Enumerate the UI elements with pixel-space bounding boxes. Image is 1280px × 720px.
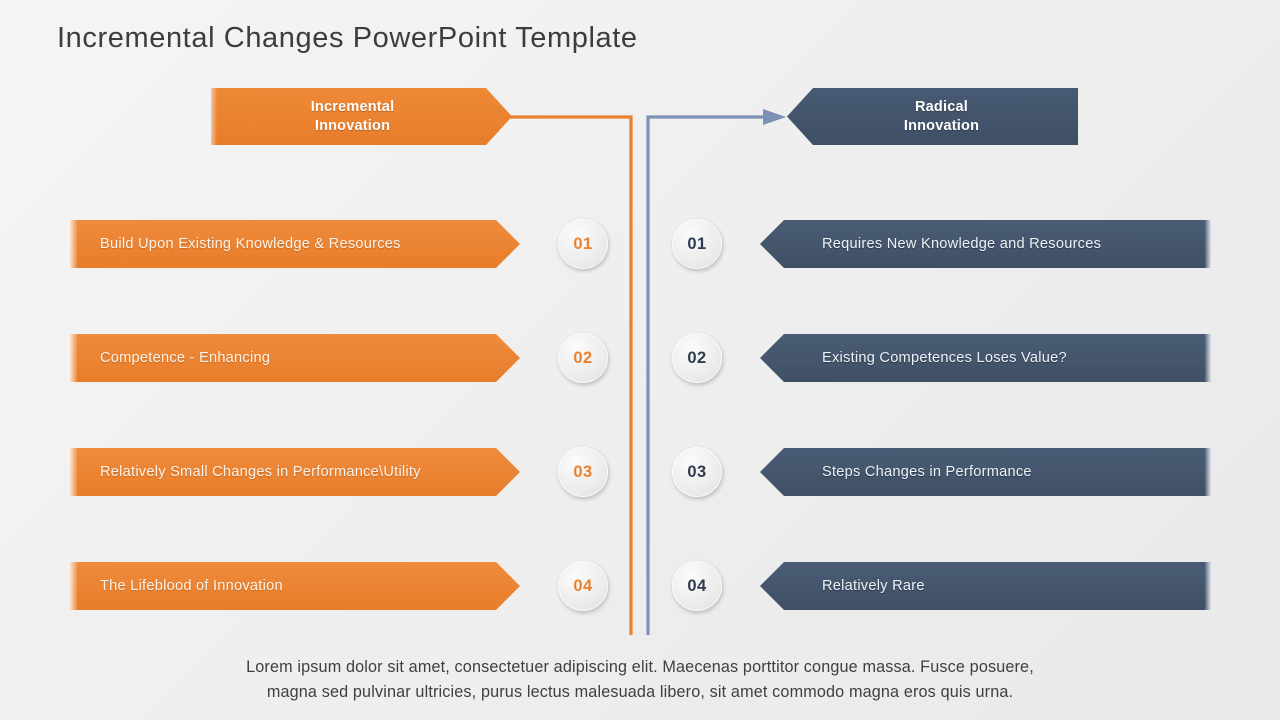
badge-number-right-4: 04 — [672, 561, 722, 611]
badge-number-left-2: 02 — [558, 333, 608, 383]
list-item-radical-4[interactable]: Relatively Rare — [760, 562, 1211, 610]
table-row: The Lifeblood of Innovation 04 04 Relati… — [0, 561, 1280, 611]
table-row: Relatively Small Changes in Performance\… — [0, 447, 1280, 497]
badge-number-left-4: 04 — [558, 561, 608, 611]
table-row: Competence - Enhancing 02 02 Existing Co… — [0, 333, 1280, 383]
list-item-incremental-4[interactable]: The Lifeblood of Innovation — [70, 562, 520, 610]
list-item-radical-2[interactable]: Existing Competences Loses Value? — [760, 334, 1211, 382]
incremental-label-2: Competence - Enhancing — [100, 350, 271, 366]
list-item-incremental-2[interactable]: Competence - Enhancing — [70, 334, 520, 382]
list-item-incremental-1[interactable]: Build Upon Existing Knowledge & Resource… — [70, 220, 520, 268]
badge-number-right-1: 01 — [672, 219, 722, 269]
footer-caption: Lorem ipsum dolor sit amet, consectetuer… — [0, 655, 1280, 705]
badge-number-right-2: 02 — [672, 333, 722, 383]
incremental-label-3: Relatively Small Changes in Performance\… — [100, 464, 421, 480]
badge-number-left-3: 03 — [558, 447, 608, 497]
radical-label-3: Steps Changes in Performance — [822, 464, 1032, 480]
list-item-radical-1[interactable]: Requires New Knowledge and Resources — [760, 220, 1211, 268]
radical-label-2: Existing Competences Loses Value? — [822, 350, 1067, 366]
list-item-incremental-3[interactable]: Relatively Small Changes in Performance\… — [70, 448, 520, 496]
list-item-radical-3[interactable]: Steps Changes in Performance — [760, 448, 1211, 496]
connector-arrowhead-icon — [763, 109, 786, 125]
caption-line-2: magna sed pulvinar ultricies, purus lect… — [266, 683, 1014, 701]
incremental-label-1: Build Upon Existing Knowledge & Resource… — [100, 236, 401, 252]
incremental-label-4: The Lifeblood of Innovation — [100, 578, 283, 594]
badge-number-right-3: 03 — [672, 447, 722, 497]
table-row: Build Upon Existing Knowledge & Resource… — [0, 219, 1280, 269]
caption-line-1: Lorem ipsum dolor sit amet, consectetuer… — [246, 658, 1034, 676]
radical-label-1: Requires New Knowledge and Resources — [822, 236, 1102, 252]
radical-label-4: Relatively Rare — [822, 578, 925, 594]
badge-number-left-1: 01 — [558, 219, 608, 269]
slide-canvas: Incremental Changes PowerPoint Template … — [0, 0, 1280, 720]
